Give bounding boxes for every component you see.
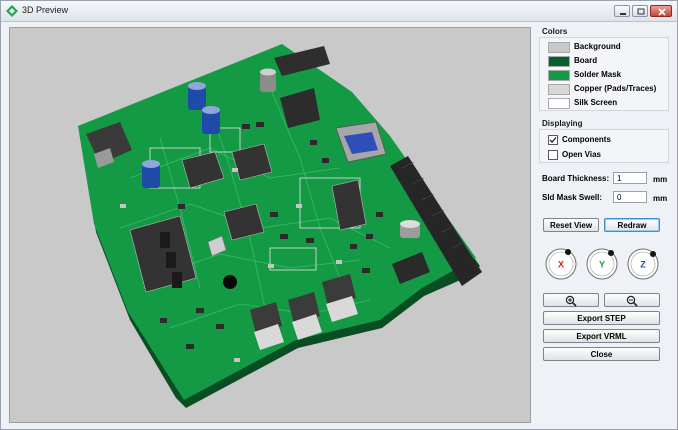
minimize-icon [620,13,626,15]
title-bar[interactable]: 3D Preview [1,1,677,22]
control-panel: Colors Background Board Solder Mask Copp… [535,23,675,427]
pcb-3d-model[interactable] [10,28,530,422]
background-color-swatch[interactable] [548,42,570,53]
close-icon [658,8,666,16]
rotate-y-control[interactable]: Y [585,247,619,281]
components-label: Components [562,135,611,144]
y-axis-label: Y [599,260,605,270]
maximize-button[interactable] [632,5,648,17]
board-thickness-input[interactable]: 1 [613,172,647,184]
z-axis-label: Z [640,260,646,270]
checkmark-icon [549,137,557,143]
zoom-out-button[interactable] [604,293,660,307]
preview-window: 3D Preview Colors Background Board Solde… [0,0,678,430]
reset-view-button[interactable]: Reset View [543,218,599,232]
maximize-icon [637,8,645,15]
components-checkbox[interactable] [548,135,558,145]
solder-mask-color-swatch[interactable] [548,70,570,81]
board-preview-icon [6,5,18,17]
rotate-x-dial: X [545,248,577,280]
board-color-swatch[interactable] [548,56,570,67]
rotate-y-dial: Y [586,248,618,280]
open-vias-label: Open Vias [562,150,601,159]
board-color-label: Board [574,56,598,65]
close-window-button[interactable] [650,5,672,17]
export-vrml-button[interactable]: Export VRML [543,329,660,343]
copper-color-swatch[interactable] [548,84,570,95]
sld-mask-swell-label: Sld Mask Swell: [542,193,603,202]
rotate-z-control[interactable]: Z [626,247,660,281]
silk-screen-color-swatch[interactable] [548,98,570,109]
board-thickness-label: Board Thickness: [542,174,610,183]
minimize-button[interactable] [614,5,630,17]
displaying-group: Components Open Vias [539,129,669,163]
open-vias-checkbox[interactable] [548,150,558,160]
copper-color-label: Copper (Pads/Traces) [574,84,657,93]
close-button[interactable]: Close [543,347,660,361]
background-color-label: Background [574,42,621,51]
silk-screen-color-label: Silk Screen [574,98,618,107]
displaying-section-title: Displaying [542,119,583,128]
zoom-in-icon [565,295,577,307]
redraw-button[interactable]: Redraw [604,218,660,232]
rotate-z-dial: Z [627,248,659,280]
board-thickness-unit: mm [653,175,668,184]
colors-section-title: Colors [542,27,568,36]
zoom-out-icon [626,295,638,307]
window-title: 3D Preview [22,5,69,15]
sld-mask-swell-unit: mm [653,194,668,203]
colors-group: Background Board Solder Mask Copper (Pad… [539,37,669,111]
export-step-button[interactable]: Export STEP [543,311,660,325]
solder-mask-color-label: Solder Mask [574,70,622,79]
3d-viewport[interactable] [9,27,531,423]
sld-mask-swell-input[interactable]: 0 [613,191,647,203]
x-axis-label: X [558,260,564,270]
rotate-x-control[interactable]: X [544,247,578,281]
zoom-in-button[interactable] [543,293,599,307]
